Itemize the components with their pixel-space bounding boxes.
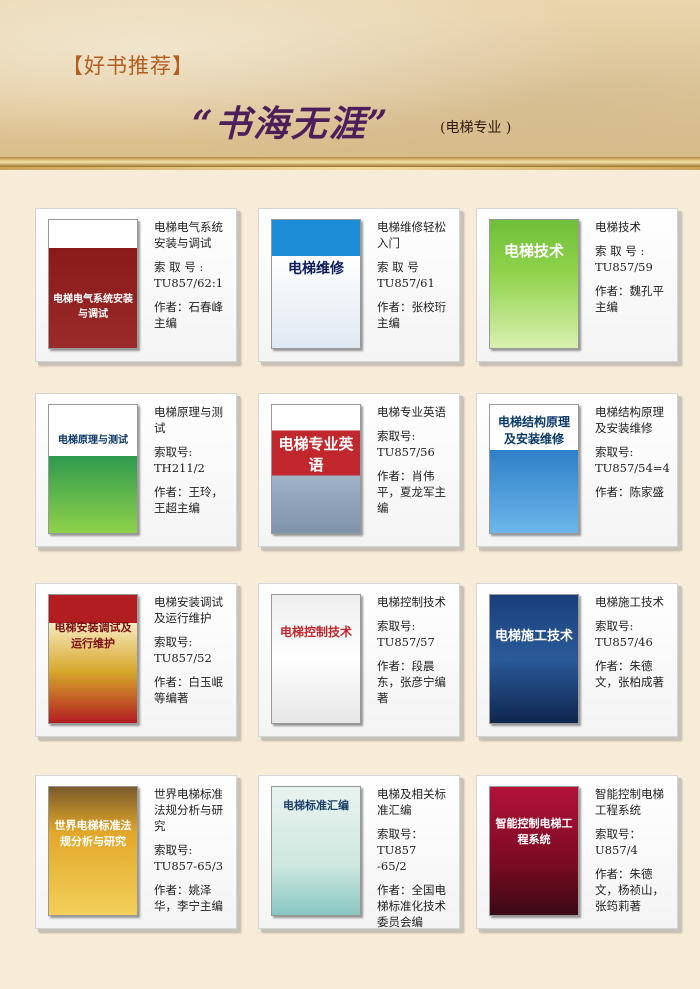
book-cover-image[interactable]: 电梯安装调试及运行维护 <box>48 594 138 724</box>
call-number: U857/4 <box>595 843 638 857</box>
book-author: 作者：朱德文，张柏成著 <box>595 659 664 689</box>
book-author: 作者：姚泽华，李宁主编 <box>154 883 223 913</box>
book-info: 智能控制电梯工程系统索取号： U857/4 作者：朱德文，杨祯山，张筠莉著 <box>595 786 673 914</box>
book-title: 电梯电气系统安装与调试 <box>154 220 223 250</box>
book-title: 电梯维修轻松入门 <box>377 220 446 250</box>
book-cover-title: 世界电梯标准法规分析与研究 <box>54 819 132 848</box>
book-cover-image[interactable]: 电梯维修 <box>271 219 361 349</box>
book-cover-title: 电梯维修 <box>288 261 344 277</box>
book-info: 电梯原理与测试索取号: TH211/2 作者：王玲，王超主编 <box>154 404 232 516</box>
book-info: 电梯技术索 取 号 : TU857/59 作者：魏孔平主编 <box>595 219 673 315</box>
book-cover-title: 电梯安装调试及运行维护 <box>54 621 132 650</box>
book-cover-image[interactable]: 电梯技术 <box>489 219 579 349</box>
call-number-label: 索取号：TU857 <box>377 827 423 857</box>
book-card[interactable]: 电梯原理与测试 电梯原理与测试 索取号: TH211/2 作者：王玲，王超主编 <box>35 393 237 547</box>
call-number: TU857/59 <box>595 260 653 274</box>
call-number-label: 索取号: <box>595 619 634 633</box>
book-cover-title: 智能控制电梯工程系统 <box>495 817 573 846</box>
call-number-label: 索取号: <box>154 843 193 857</box>
call-number-label: 索 取 号 : <box>595 244 645 258</box>
call-number: TU857/62:1 <box>154 276 224 290</box>
call-number-label: 索取号: <box>154 635 193 649</box>
book-info: 电梯电气系统安装与调试索 取 号 : TU857/62:1 作者：石春峰主编 <box>154 219 232 331</box>
book-info: 电梯维修轻松入门索 取 号 TU857/61 作者：张校珩主编 <box>377 219 455 331</box>
book-cover-title: 电梯专业英语 <box>278 435 354 474</box>
book-author: 作者：白玉岷等编著 <box>154 675 223 705</box>
book-info: 电梯及相关标准汇编 索取号：TU857 -65/2 作者：全国电梯标准化技术委员会编 <box>377 786 455 930</box>
call-number: TU857/56 <box>377 445 435 459</box>
book-card[interactable]: 电梯结构原理及安装维修 电梯结构原理及安装维修索取号: TU857/54=4 作者：陈… <box>476 393 678 547</box>
call-number-label: 索 取 号 <box>377 260 419 274</box>
book-cover-title: 电梯施工技术 <box>494 629 573 644</box>
book-cover-image[interactable]: 世界电梯标准法规分析与研究 <box>48 786 138 916</box>
book-author: 作者：段晨东，张彦宁编著 <box>377 659 446 705</box>
book-cover-image[interactable]: 电梯专业英语 <box>271 404 361 534</box>
book-info: 电梯施工技术 索取号: TU857/46 作者：朱德文，张柏成著 <box>595 594 673 690</box>
book-info: 电梯结构原理及安装维修索取号: TU857/54=4 作者：陈家盛 <box>595 404 673 500</box>
book-card[interactable]: 智能控制电梯工程系统 智能控制电梯工程系统 索取号： U857/4 作者：朱德文，杨祯山… <box>476 775 678 929</box>
call-number-label: 索取号: <box>377 619 416 633</box>
call-number: TU857/54=4 <box>595 461 670 475</box>
book-author: 作者：朱德文，杨祯山，张筠莉著 <box>595 867 664 913</box>
book-card[interactable]: 电梯电气系统安装与调试 电梯电气系统安装与调试索 取 号 : TU857/62:1 作… <box>35 208 237 362</box>
book-title: 电梯控制技术 <box>377 595 446 609</box>
book-author: 作者：石春峰主编 <box>154 300 223 330</box>
book-cover-title: 电梯标准汇编 <box>283 799 349 812</box>
book-cover-title: 电梯结构原理及安装维修 <box>497 415 570 446</box>
book-cover-image[interactable]: 电梯标准汇编 <box>271 786 361 916</box>
book-card[interactable]: 电梯技术 电梯技术索 取 号 : TU857/59 作者：魏孔平主编 <box>476 208 678 362</box>
call-number: TU857/57 <box>377 635 435 649</box>
book-author: 作者：王玲，王超主编 <box>154 485 223 515</box>
call-number-label: 索 取 号 : <box>154 260 204 274</box>
book-author: 作者：陈家盛 <box>595 485 664 499</box>
book-title: 电梯及相关标准汇编 <box>377 787 446 817</box>
book-cover-title: 电梯技术 <box>503 242 564 260</box>
book-cover-title: 电梯电气系统安装与调试 <box>53 294 133 320</box>
book-author: 作者：全国电梯标准化技术委员会编 <box>377 883 446 929</box>
book-title: 世界电梯标准法规分析与研究 <box>154 787 223 833</box>
book-cover-image[interactable]: 电梯施工技术 <box>489 594 579 724</box>
book-title: 电梯施工技术 <box>595 595 664 609</box>
call-number: TU857/52 <box>154 651 212 665</box>
book-card[interactable]: 电梯安装调试及运行维护 电梯安装调试及运行维护 索取号: TU857/52 作者：白玉岷… <box>35 583 237 737</box>
call-number-label: 索取号: <box>595 445 634 459</box>
book-grid: 电梯电气系统安装与调试 电梯电气系统安装与调试索 取 号 : TU857/62:1 作… <box>0 0 700 989</box>
call-number: TU857/46 <box>595 635 653 649</box>
book-title: 电梯结构原理及安装维修 <box>595 405 664 435</box>
book-author: 作者：魏孔平主编 <box>595 284 664 314</box>
call-number-label: 索取号: <box>154 445 193 459</box>
book-info: 电梯安装调试及运行维护索取号: TU857/52 作者：白玉岷等编著 <box>154 594 232 706</box>
book-card[interactable]: 电梯施工技术 电梯施工技术 索取号: TU857/46 作者：朱德文，张柏成著 <box>476 583 678 737</box>
book-card[interactable]: 电梯维修 电梯维修轻松入门索 取 号 TU857/61 作者：张校珩主编 <box>258 208 460 362</box>
book-card[interactable]: 电梯专业英语 电梯专业英语 索取号: TU857/56 作者：肖伟平，夏龙军主编 <box>258 393 460 547</box>
book-card[interactable]: 电梯控制技术 电梯控制技术 索取号: TU857/57 作者：段晨东，张彦宁编著 <box>258 583 460 737</box>
call-number: TU857-65/3 <box>154 859 224 873</box>
call-number: TH211/2 <box>154 461 205 475</box>
book-cover-image[interactable]: 电梯电气系统安装与调试 <box>48 219 138 349</box>
book-cover-title: 电梯控制技术 <box>279 625 352 639</box>
book-title: 智能控制电梯工程系统 <box>595 787 664 817</box>
book-cover-image[interactable]: 电梯控制技术 <box>271 594 361 724</box>
book-info: 电梯控制技术 索取号: TU857/57 作者：段晨东，张彦宁编著 <box>377 594 455 706</box>
book-card[interactable]: 电梯标准汇编 电梯及相关标准汇编 索取号：TU857 -65/2 作者：全国电梯标准化技… <box>258 775 460 929</box>
call-number-label: 索取号: <box>377 429 416 443</box>
book-author: 作者：肖伟平，夏龙军主编 <box>377 469 446 515</box>
book-title: 电梯专业英语 <box>377 405 446 419</box>
book-cover-image[interactable]: 电梯原理与测试 <box>48 404 138 534</box>
book-title: 电梯原理与测试 <box>154 405 223 435</box>
book-info: 电梯专业英语 索取号: TU857/56 作者：肖伟平，夏龙军主编 <box>377 404 455 516</box>
call-number: TU857/61 <box>377 276 435 290</box>
book-cover-image[interactable]: 智能控制电梯工程系统 <box>489 786 579 916</box>
book-title: 电梯技术 <box>595 220 641 234</box>
book-cover-title: 电梯原理与测试 <box>58 435 128 446</box>
book-author: 作者：张校珩主编 <box>377 300 446 330</box>
book-cover-image[interactable]: 电梯结构原理及安装维修 <box>489 404 579 534</box>
book-title: 电梯安装调试及运行维护 <box>154 595 223 625</box>
call-number-label: 索取号： <box>595 827 641 841</box>
book-card[interactable]: 世界电梯标准法规分析与研究 世界电梯标准法规分析与研究索取号: TU857-65/3… <box>35 775 237 929</box>
call-number: -65/2 <box>377 859 407 873</box>
book-info: 世界电梯标准法规分析与研究索取号: TU857-65/3 作者：姚泽华，李宁主编 <box>154 786 232 914</box>
